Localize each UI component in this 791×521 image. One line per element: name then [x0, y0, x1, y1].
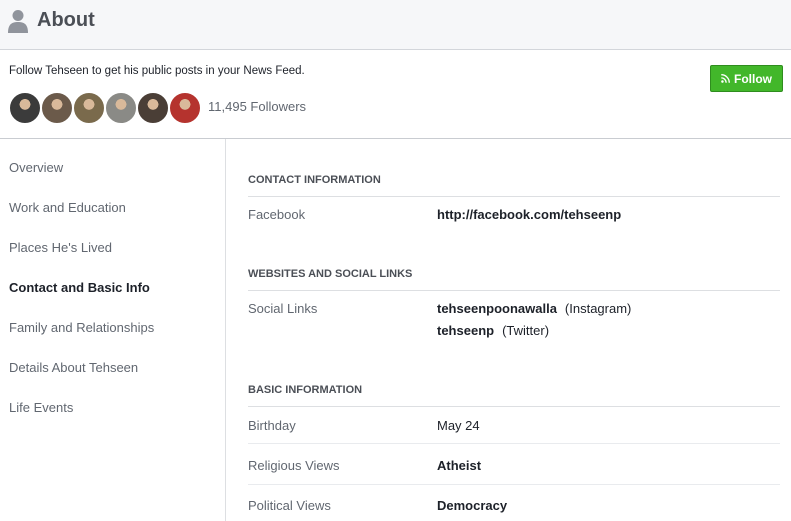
sidebar-item-details[interactable]: Details About Tehseen — [9, 360, 138, 375]
rss-icon — [721, 74, 730, 83]
about-page: About Follow Tehseen to get his public p… — [0, 0, 791, 521]
sidebar-item-life-events[interactable]: Life Events — [9, 400, 73, 415]
social-link-twitter[interactable]: tehseenp (Twitter) — [437, 323, 549, 338]
instagram-handle[interactable]: tehseenpoonawalla — [437, 301, 557, 316]
religious-views-label: Religious Views — [248, 458, 340, 473]
page-title: About — [37, 9, 95, 31]
follower-avatar-2[interactable] — [41, 92, 73, 124]
row-divider — [248, 484, 780, 485]
sidebar-item-places-lived[interactable]: Places He's Lived — [9, 240, 112, 255]
follower-avatar-5[interactable] — [137, 92, 169, 124]
about-sidebar: Overview Work and Education Places He's … — [0, 139, 226, 521]
sidebar-item-overview[interactable]: Overview — [9, 160, 63, 175]
about-content: CONTACT INFORMATION Facebook http://face… — [248, 139, 780, 521]
follow-prompt: Follow Tehseen to get his public posts i… — [9, 65, 305, 77]
birthday-label: Birthday — [248, 418, 296, 433]
sidebar-item-contact-basic-info[interactable]: Contact and Basic Info — [9, 280, 150, 295]
follower-avatar-3[interactable] — [73, 92, 105, 124]
facebook-link[interactable]: http://facebook.com/tehseenp — [437, 207, 621, 222]
political-views-label: Political Views — [248, 498, 331, 513]
social-links-label: Social Links — [248, 301, 318, 316]
birthday-value: May 24 — [437, 418, 480, 433]
websites-heading: WEBSITES AND SOCIAL LINKS — [248, 268, 780, 291]
follower-avatar-6[interactable] — [169, 92, 201, 124]
religious-views-value[interactable]: Atheist — [437, 458, 481, 473]
twitter-network: (Twitter) — [502, 323, 550, 338]
follower-avatar-1[interactable] — [9, 92, 41, 124]
sidebar-item-work-education[interactable]: Work and Education — [9, 200, 126, 215]
follow-button-label: Follow — [734, 71, 772, 86]
social-link-instagram[interactable]: tehseenpoonawalla (Instagram) — [437, 301, 631, 316]
follower-avatar-4[interactable] — [105, 92, 137, 124]
person-icon — [8, 10, 28, 33]
instagram-network: (Instagram) — [564, 301, 632, 316]
political-views-value[interactable]: Democracy — [437, 498, 507, 513]
twitter-handle[interactable]: tehseenp — [437, 323, 494, 338]
followers-count[interactable]: 11,495 Followers — [208, 99, 306, 114]
follow-button[interactable]: Follow — [710, 65, 783, 92]
contact-info-heading: CONTACT INFORMATION — [248, 174, 780, 197]
row-divider — [248, 443, 780, 444]
follow-bar: Follow Tehseen to get his public posts i… — [0, 50, 791, 139]
about-header: About — [0, 0, 791, 50]
sidebar-item-family-relationships[interactable]: Family and Relationships — [9, 320, 154, 335]
basic-info-heading: BASIC INFORMATION — [248, 384, 780, 407]
facebook-label: Facebook — [248, 207, 306, 222]
